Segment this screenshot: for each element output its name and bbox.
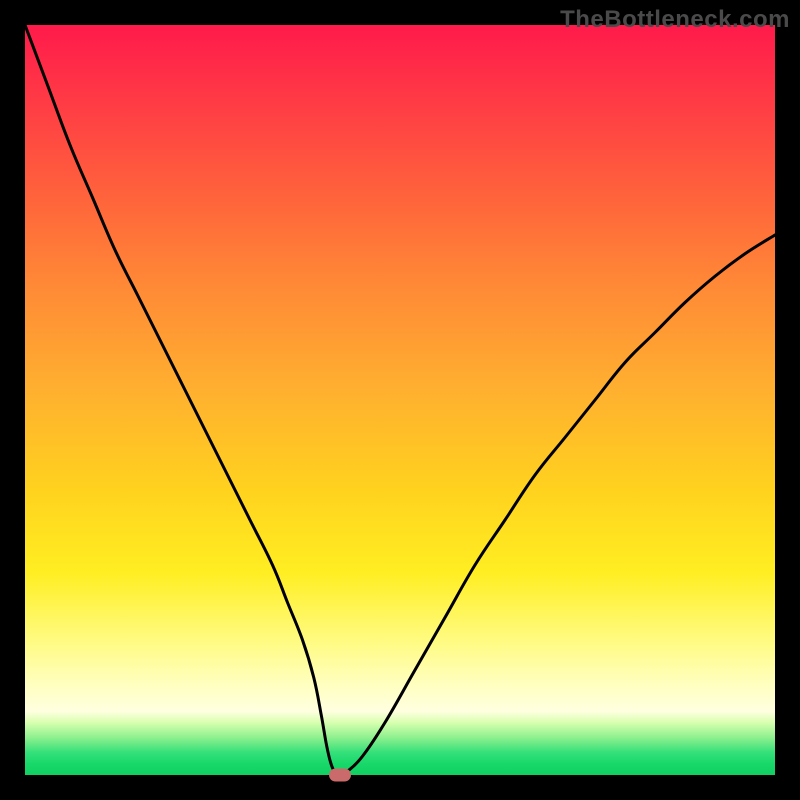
chart-wrapper: TheBottleneck.com [0, 0, 800, 800]
bottleneck-curve [25, 25, 775, 775]
watermark-text: TheBottleneck.com [560, 6, 790, 34]
plot-area [25, 25, 775, 775]
curve-layer [25, 25, 775, 775]
optimal-marker [329, 769, 351, 782]
